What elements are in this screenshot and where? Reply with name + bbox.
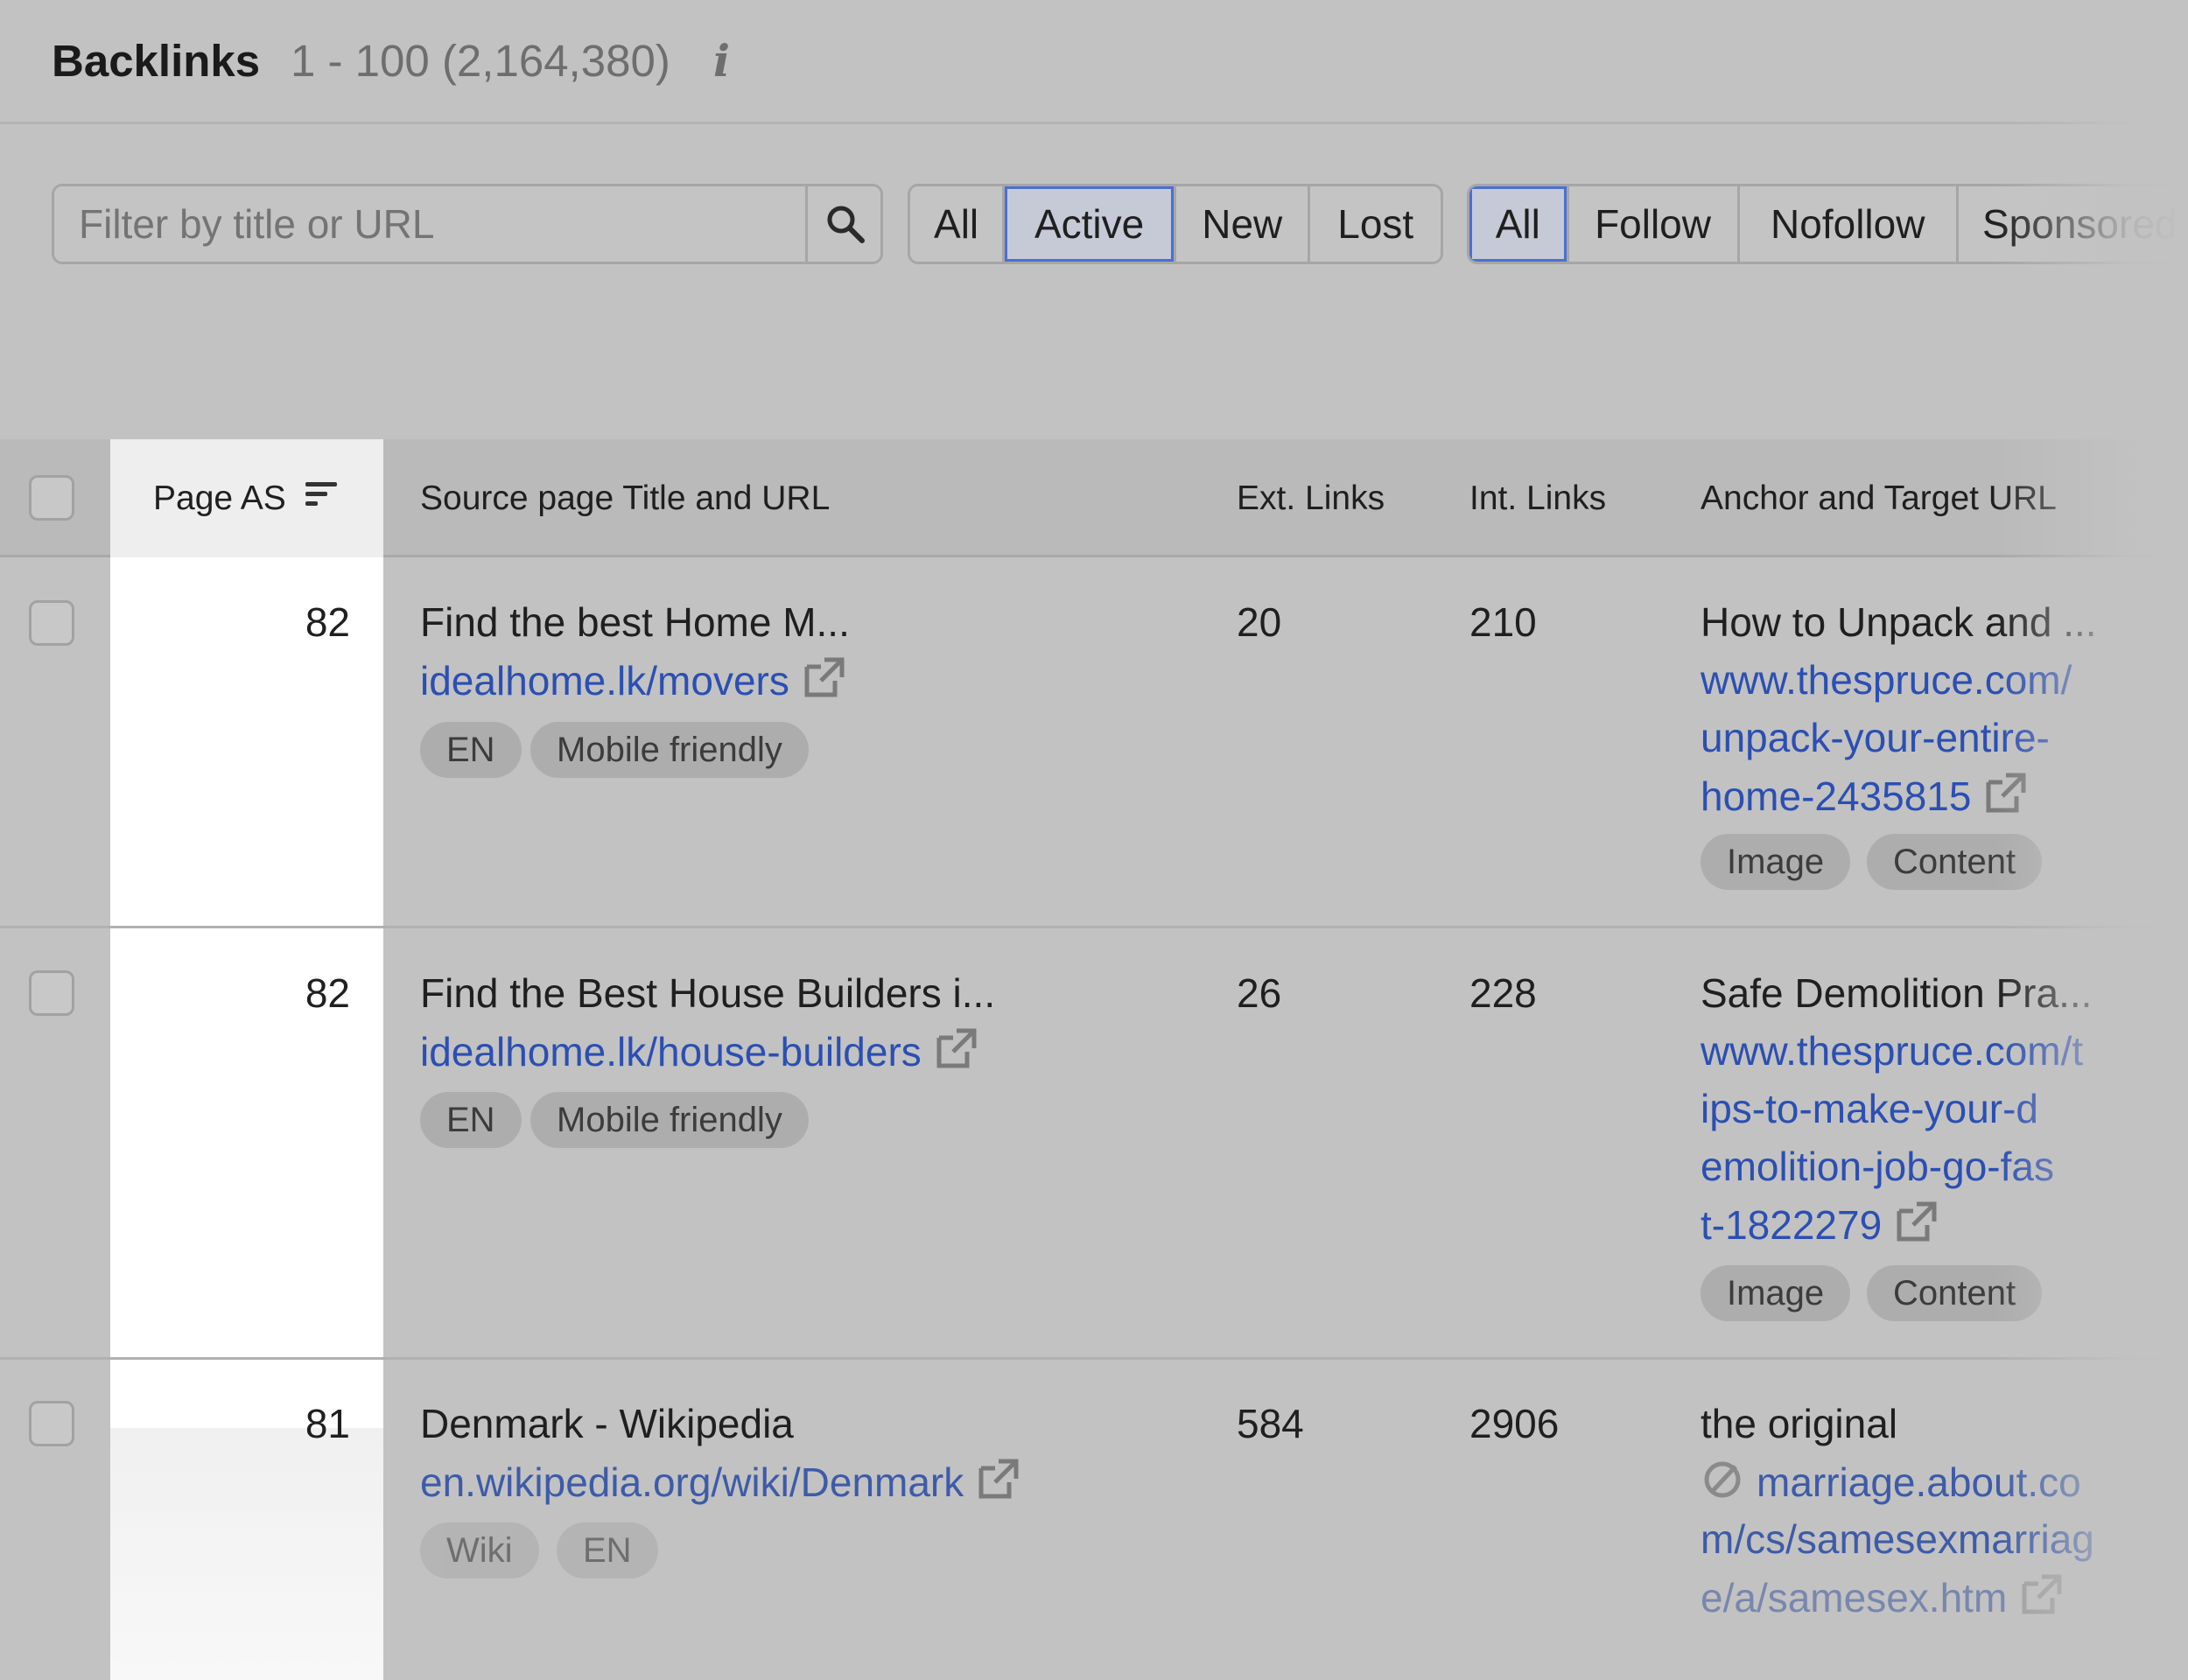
row-divider xyxy=(0,926,2188,928)
ext-links-value: 26 xyxy=(1237,970,1282,1016)
broken-link-icon xyxy=(1704,1461,1741,1498)
ext-links-value: 20 xyxy=(1237,599,1282,645)
info-icon[interactable]: i xyxy=(713,35,730,87)
source-page-link[interactable]: en.wikipedia.org/wiki/Denmark xyxy=(420,1458,1020,1506)
page-as-score: 82 xyxy=(305,970,350,1016)
target-url-line[interactable]: m/cs/samesexmarriag xyxy=(1701,1516,2094,1563)
tag-language: EN xyxy=(420,722,522,778)
source-page-title: Find the Best House Builders i... xyxy=(420,970,996,1016)
source-page-link[interactable]: idealhome.lk/movers xyxy=(420,656,845,704)
source-page-link[interactable]: idealhome.lk/house-builders xyxy=(420,1027,978,1075)
external-link-icon[interactable] xyxy=(976,1458,1020,1500)
target-url-line[interactable]: emolition-job-go-fas xyxy=(1701,1143,2054,1190)
column-header-label: Page AS xyxy=(153,479,286,517)
external-link-icon[interactable] xyxy=(802,656,845,698)
tag-mobile-friendly: Mobile friendly xyxy=(530,1092,809,1148)
search-button[interactable] xyxy=(805,186,880,262)
target-url-line[interactable]: www.thespruce.com/ xyxy=(1701,656,2072,704)
anchor-text: the original xyxy=(1701,1401,1898,1446)
status-all-button[interactable]: All xyxy=(910,186,1006,262)
select-all-checkbox[interactable] xyxy=(29,475,74,521)
result-count: 1 - 100 (2,164,380) xyxy=(291,36,670,86)
external-link-icon[interactable] xyxy=(2019,1573,2063,1615)
target-url-line[interactable]: home-2435815 xyxy=(1701,772,2027,820)
external-link-icon[interactable] xyxy=(1894,1200,1938,1242)
type-nofollow-button[interactable]: Nofollow xyxy=(1740,186,1959,262)
target-url-line[interactable]: unpack-your-entire- xyxy=(1701,714,2050,761)
tag-language: EN xyxy=(557,1522,658,1578)
sort-icon xyxy=(305,481,337,506)
target-url-text[interactable]: marriage.about.co xyxy=(1757,1460,2081,1505)
column-header-source-page[interactable]: Source page Title and URL xyxy=(420,439,830,557)
source-page-url[interactable]: idealhome.lk/movers xyxy=(420,658,789,704)
tag-wiki: Wiki xyxy=(420,1522,539,1578)
tag-language: EN xyxy=(420,1092,522,1148)
type-all-button[interactable]: All xyxy=(1469,186,1569,262)
page-title: Backlinks xyxy=(52,36,261,86)
page-as-score: 82 xyxy=(305,599,350,645)
target-url-line[interactable]: marriage.about.co xyxy=(1701,1458,2081,1506)
row-checkbox[interactable] xyxy=(29,1401,74,1446)
page-as-score: 81 xyxy=(305,1401,350,1446)
search-input[interactable] xyxy=(54,186,805,262)
ext-links-value: 584 xyxy=(1237,1401,1304,1446)
external-link-icon[interactable] xyxy=(934,1027,978,1069)
status-new-button[interactable]: New xyxy=(1176,186,1311,262)
tag-mobile-friendly: Mobile friendly xyxy=(530,722,809,778)
column-header-anchor[interactable]: Anchor and Target URL xyxy=(1701,439,2057,557)
int-links-value: 2906 xyxy=(1469,1401,1560,1446)
status-filter-group: All Active New Lost xyxy=(908,184,1443,264)
type-sponsored-button[interactable]: Sponsored xyxy=(1959,186,2188,262)
row-checkbox[interactable] xyxy=(29,970,74,1016)
target-url-line[interactable]: www.thespruce.com/t xyxy=(1701,1027,2083,1074)
tag-image: Image xyxy=(1701,834,1851,890)
tag-content: Content xyxy=(1867,1265,2043,1321)
target-url-text[interactable]: home-2435815 xyxy=(1701,774,1971,819)
type-follow-button[interactable]: Follow xyxy=(1569,186,1740,262)
source-page-title: Find the best Home M... xyxy=(420,599,850,645)
source-page-title: Denmark - Wikipedia xyxy=(420,1401,794,1446)
target-url-line[interactable]: t-1822279 xyxy=(1701,1200,1938,1249)
tag-content: Content xyxy=(1867,834,2043,890)
anchor-text: How to Unpack and ... xyxy=(1701,599,2097,645)
status-active-button[interactable]: Active xyxy=(1005,186,1176,262)
anchor-text: Safe Demolition Pra... xyxy=(1701,970,2093,1016)
column-header-int-links[interactable]: Int. Links xyxy=(1469,439,1606,557)
source-page-url[interactable]: idealhome.lk/house-builders xyxy=(420,1029,922,1074)
external-link-icon[interactable] xyxy=(1983,772,2027,814)
int-links-value: 228 xyxy=(1469,970,1537,1016)
search-box xyxy=(52,184,883,264)
int-links-value: 210 xyxy=(1469,599,1537,645)
row-divider xyxy=(0,1357,2188,1360)
status-lost-button[interactable]: Lost xyxy=(1310,186,1441,262)
target-url-text[interactable]: t-1822279 xyxy=(1701,1202,1882,1248)
link-type-filter-group: All Follow Nofollow Sponsored xyxy=(1467,184,2188,264)
column-header-ext-links[interactable]: Ext. Links xyxy=(1237,439,1385,557)
tag-image: Image xyxy=(1701,1265,1851,1321)
page-header: Backlinks 1 - 100 (2,164,380) i xyxy=(0,0,2188,124)
target-url-line[interactable]: ips-to-make-your-d xyxy=(1701,1085,2038,1132)
search-icon xyxy=(827,206,865,243)
target-url-text[interactable]: e/a/samesex.htm xyxy=(1701,1575,2007,1620)
source-page-url[interactable]: en.wikipedia.org/wiki/Denmark xyxy=(420,1460,964,1505)
column-header-page-as[interactable]: Page AS xyxy=(153,439,340,557)
target-url-line[interactable]: e/a/samesex.htm xyxy=(1701,1573,2063,1621)
row-checkbox[interactable] xyxy=(29,600,74,646)
